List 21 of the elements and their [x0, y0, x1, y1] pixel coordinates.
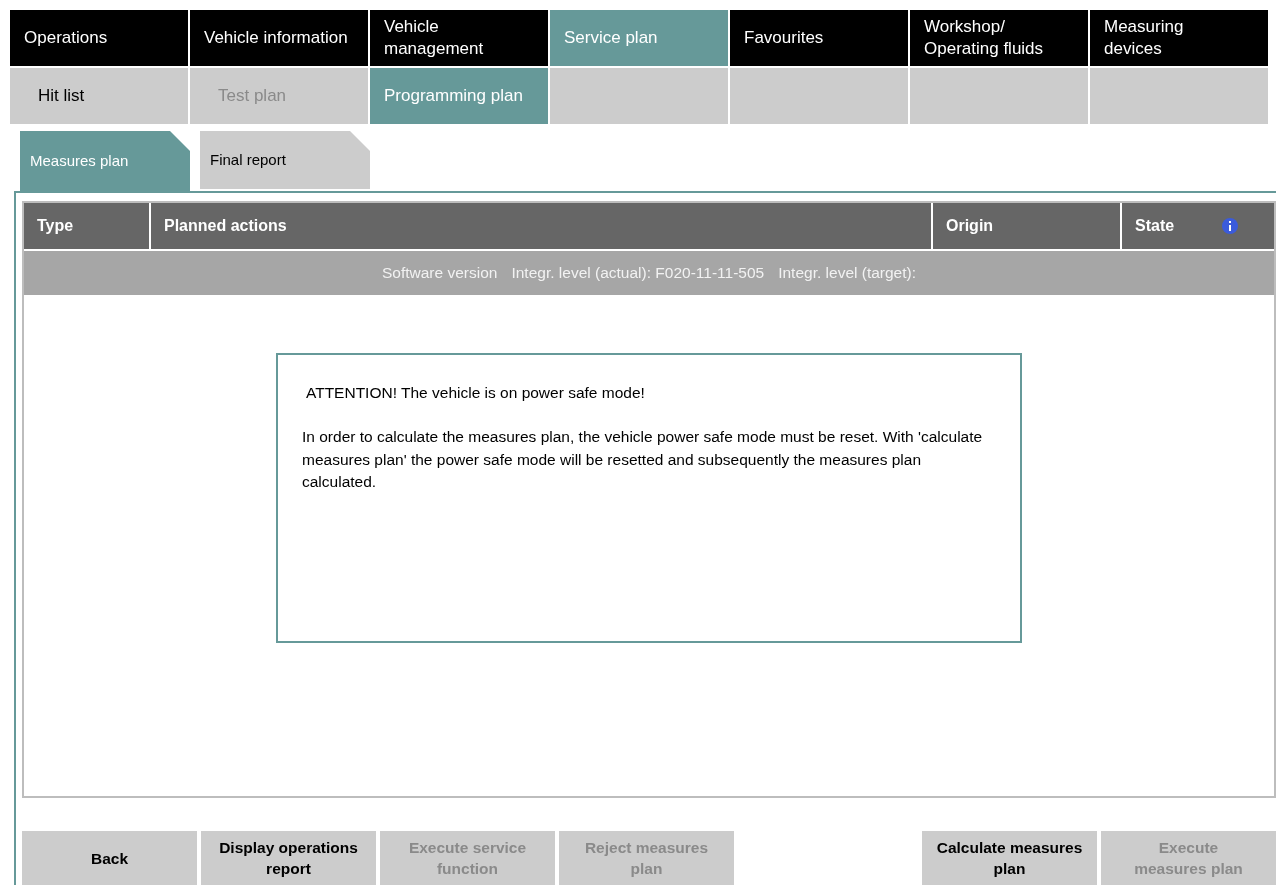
- info-text: Integr. level (actual): F020-11-11-505: [511, 263, 765, 284]
- info-text: Software version: [382, 263, 498, 284]
- action-button[interactable]: Display operations report: [201, 831, 376, 885]
- main-tab[interactable]: Operations: [10, 10, 188, 66]
- main-tab[interactable]: Vehicle management: [370, 10, 548, 66]
- main-tab[interactable]: Vehicle information: [190, 10, 368, 66]
- column-header: Planned actions: [164, 216, 287, 236]
- sub-tab[interactable]: Hit list: [10, 68, 188, 124]
- dialog-title: ATTENTION! The vehicle is on power safe mode!: [306, 383, 646, 403]
- column-header: State: [1135, 216, 1175, 236]
- main-tab[interactable]: Favourites: [730, 10, 908, 66]
- column-header: Type: [37, 216, 74, 236]
- view-tab[interactable]: Final report: [200, 131, 370, 189]
- main-tab[interactable]: Workshop/ Operating fluids: [910, 10, 1088, 66]
- action-button[interactable]: Back: [22, 831, 197, 885]
- dialog-message: In order to calculate the measures plan, the vehicle power safe mode must be reset. With 'calculate measures plan' the power safe mode will be resetted and subsequently the measures plan calculated.: [302, 427, 984, 493]
- main-tab[interactable]: Measuring devices: [1090, 10, 1268, 66]
- action-button[interactable]: Calculate measures plan: [922, 831, 1097, 885]
- column-header: Origin: [946, 216, 994, 236]
- info-icon[interactable]: [1222, 218, 1238, 234]
- info-text: Integr. level (target):: [778, 263, 916, 284]
